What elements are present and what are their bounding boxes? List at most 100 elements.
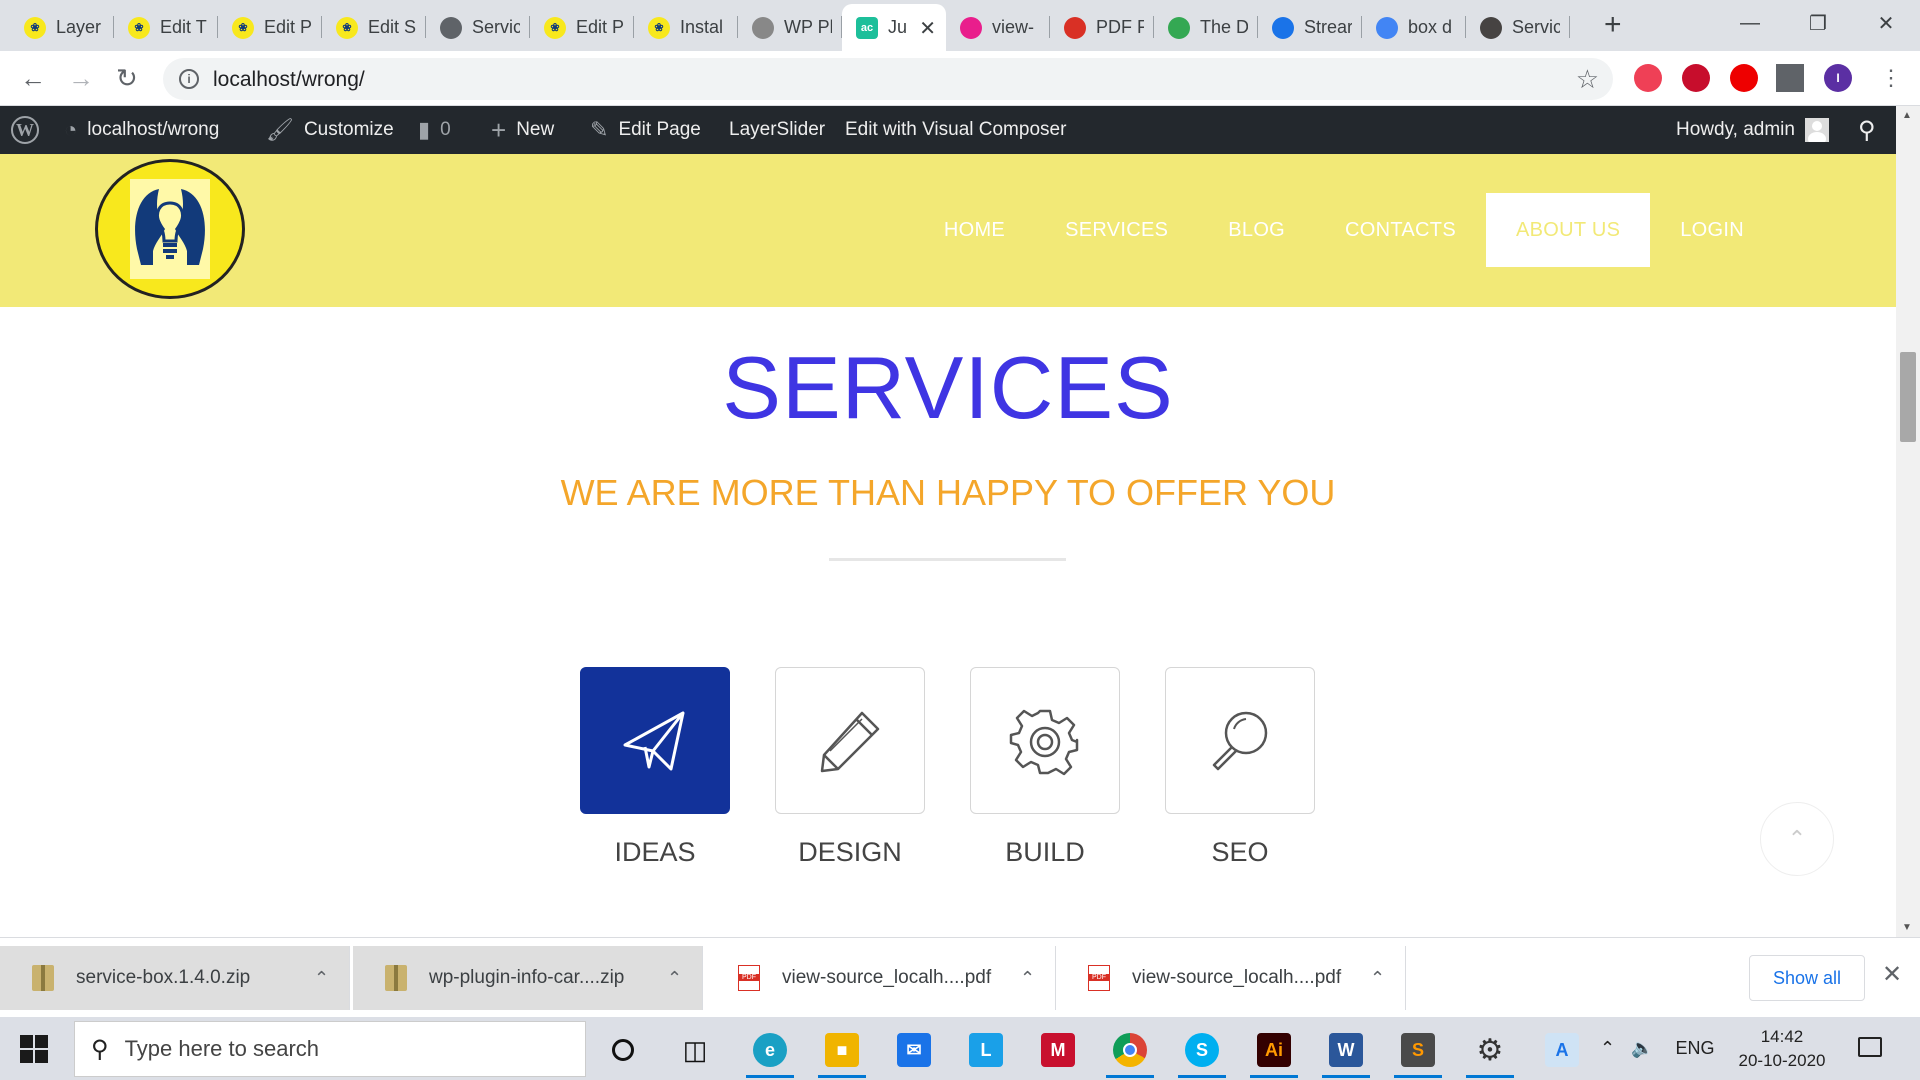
- address-bar[interactable]: i localhost/wrong/ ☆: [163, 58, 1613, 100]
- download-item[interactable]: service-box.1.4.0.zip ⌃: [0, 946, 350, 1010]
- stop-icon[interactable]: [1730, 64, 1758, 92]
- scroll-to-top-button[interactable]: ⌃: [1760, 802, 1834, 876]
- windows-start-button[interactable]: [20, 1035, 48, 1063]
- taskbar-app-explorer[interactable]: ■: [814, 1025, 870, 1078]
- service-box-build[interactable]: [970, 667, 1120, 814]
- taskbar-app-mail[interactable]: ✉: [886, 1025, 942, 1075]
- tab-title: PDF F: [1096, 17, 1144, 37]
- pocket-icon[interactable]: [1634, 64, 1662, 92]
- browser-tab[interactable]: ❀ Edit P: [530, 4, 634, 51]
- minimize-icon[interactable]: —: [1716, 0, 1784, 46]
- taskbar-app-edge[interactable]: e: [742, 1025, 798, 1078]
- admin-search[interactable]: ⚲: [1858, 106, 1886, 154]
- show-all-button[interactable]: Show all: [1749, 955, 1865, 1001]
- language-indicator[interactable]: ENG: [1676, 1038, 1715, 1059]
- tab-title: Edit P: [576, 17, 624, 37]
- nav-item-login[interactable]: LOGIN: [1650, 193, 1774, 267]
- scroll-up-arrow-icon[interactable]: ▲: [1902, 110, 1912, 121]
- site-info-icon[interactable]: i: [179, 69, 199, 89]
- bookmark-star-icon[interactable]: ☆: [1576, 64, 1599, 95]
- taskbar-app-illustrator[interactable]: Ai: [1246, 1025, 1302, 1078]
- scrollbar-thumb[interactable]: [1900, 352, 1916, 442]
- task-view-button[interactable]: ◫: [667, 1025, 723, 1075]
- puzzle-icon[interactable]: [1776, 64, 1804, 92]
- clock-time: 14:42: [1760, 1027, 1804, 1046]
- site-header: HOME SERVICES BLOG CONTACTS ABOUT US LOGIN: [0, 154, 1896, 307]
- forward-arrow-icon[interactable]: →: [68, 63, 94, 93]
- download-item[interactable]: view-source_localh....pdf ⌃: [1056, 946, 1406, 1010]
- close-tab-icon[interactable]: ✕: [919, 16, 936, 41]
- site-logo[interactable]: [95, 159, 245, 299]
- chevron-up-icon[interactable]: ⌃: [1370, 968, 1385, 989]
- wp-logo-menu[interactable]: W: [11, 106, 39, 154]
- layerslider-link[interactable]: LayerSlider: [729, 106, 825, 154]
- browser-menu-icon[interactable]: ⋮: [1880, 63, 1902, 93]
- taskbar-app-chrome[interactable]: [1102, 1025, 1158, 1078]
- close-window-icon[interactable]: ✕: [1852, 0, 1920, 46]
- cortana-button[interactable]: [595, 1025, 651, 1075]
- nav-item-home[interactable]: HOME: [914, 193, 1035, 267]
- plus-icon: +: [491, 114, 507, 145]
- browser-tab[interactable]: view-: [946, 4, 1050, 51]
- chevron-up-icon[interactable]: ⌃: [1600, 1038, 1615, 1059]
- nav-item-contacts[interactable]: CONTACTS: [1315, 193, 1486, 267]
- speaker-icon[interactable]: 🔈: [1631, 1038, 1653, 1059]
- back-arrow-icon[interactable]: ←: [20, 63, 46, 93]
- taskbar-app-skype[interactable]: S: [1174, 1025, 1230, 1078]
- browser-tab[interactable]: Strear: [1258, 4, 1362, 51]
- chevron-up-icon[interactable]: ⌃: [667, 968, 682, 989]
- browser-tab[interactable]: WP Pl: [738, 4, 842, 51]
- my-account-menu[interactable]: Howdy, admin: [1676, 106, 1829, 154]
- taskbar-search-box[interactable]: ⚲ Type here to search: [74, 1021, 586, 1077]
- url-text[interactable]: localhost/wrong/: [213, 68, 365, 92]
- taskbar-app-l[interactable]: L: [958, 1025, 1014, 1075]
- service-box-ideas[interactable]: [580, 667, 730, 814]
- taskbar-clock[interactable]: 14:42 20-10-2020: [1732, 1025, 1832, 1073]
- download-filename: view-source_localh....pdf: [1132, 967, 1342, 988]
- taskbar-app-sublime[interactable]: S: [1390, 1025, 1446, 1078]
- adblock-icon[interactable]: [1682, 64, 1710, 92]
- visual-composer-link[interactable]: Edit with Visual Composer: [845, 106, 1066, 154]
- browser-tab[interactable]: ❀ Layer: [10, 4, 114, 51]
- service-box-seo[interactable]: [1165, 667, 1315, 814]
- taskbar-app-notepad[interactable]: A: [1534, 1025, 1590, 1075]
- new-tab-button[interactable]: +: [1604, 10, 1622, 40]
- browser-tab[interactable]: ❀ Edit T: [114, 4, 218, 51]
- browser-tab[interactable]: ac Ju ✕: [842, 4, 946, 51]
- page-scrollbar[interactable]: ▲ ▼: [1896, 106, 1920, 937]
- notifications-icon[interactable]: [1858, 1037, 1882, 1057]
- nav-item-about-us[interactable]: ABOUT US: [1485, 193, 1651, 267]
- taskbar-app-settings[interactable]: ⚙: [1462, 1025, 1518, 1078]
- customize-link[interactable]: 🖌 Customize: [266, 106, 394, 154]
- browser-tab[interactable]: box d: [1362, 4, 1466, 51]
- browser-tab[interactable]: ❀ Edit P: [218, 4, 322, 51]
- site-name-link[interactable]: ◔ localhost/wrong: [64, 106, 219, 154]
- chevron-up-icon[interactable]: ⌃: [314, 968, 329, 989]
- edit-page-link[interactable]: ✎ Edit Page: [590, 106, 701, 154]
- skype-icon: S: [1185, 1033, 1219, 1067]
- service-box-design[interactable]: [775, 667, 925, 814]
- tab-title: Servic: [1512, 17, 1560, 37]
- browser-tab[interactable]: PDF F: [1050, 4, 1154, 51]
- download-item[interactable]: view-source_localh....pdf ⌃: [706, 946, 1056, 1010]
- browser-tab[interactable]: Servic: [426, 4, 530, 51]
- download-item[interactable]: wp-plugin-info-car....zip ⌃: [353, 946, 703, 1010]
- chevron-up-icon[interactable]: ⌃: [1020, 968, 1035, 989]
- browser-tab[interactable]: ❀ Instal: [634, 4, 738, 51]
- taskbar-app-word[interactable]: W: [1318, 1025, 1374, 1078]
- tab-title: Ju: [888, 17, 908, 37]
- close-download-bar-icon[interactable]: ✕: [1882, 960, 1902, 989]
- reload-icon[interactable]: ↻: [116, 63, 138, 93]
- nav-item-blog[interactable]: BLOG: [1198, 193, 1315, 267]
- nav-item-services[interactable]: SERVICES: [1035, 193, 1198, 267]
- restore-icon[interactable]: ❐: [1784, 0, 1852, 46]
- gmail-favicon-icon: [1064, 16, 1086, 39]
- profile-avatar[interactable]: I: [1824, 64, 1852, 92]
- browser-tab[interactable]: The D: [1154, 4, 1258, 51]
- taskbar-app-mcafee[interactable]: M: [1030, 1025, 1086, 1075]
- scroll-down-arrow-icon[interactable]: ▼: [1902, 922, 1912, 933]
- browser-tab[interactable]: ❀ Edit S: [322, 4, 426, 51]
- comments-link[interactable]: ▮ 0: [418, 106, 451, 154]
- browser-tab[interactable]: Servic: [1466, 4, 1570, 51]
- new-content-menu[interactable]: + New: [491, 106, 554, 154]
